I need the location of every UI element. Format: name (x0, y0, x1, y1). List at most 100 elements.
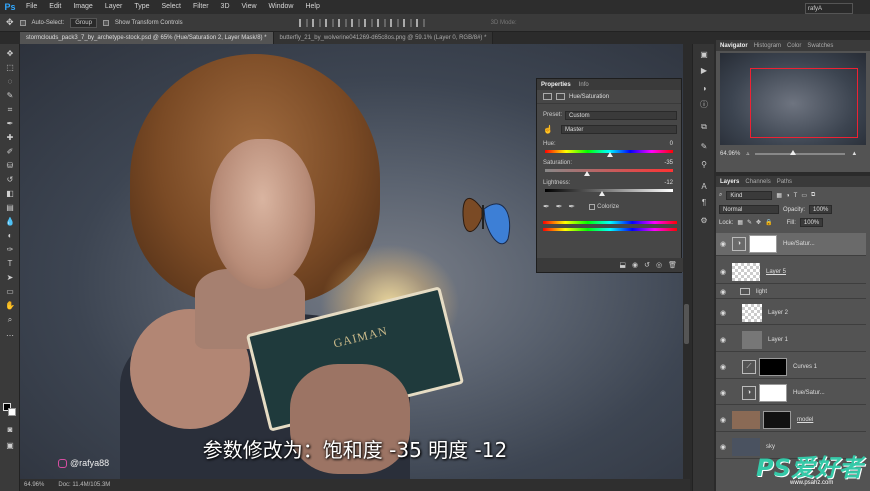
layer-mask-thumbnail[interactable] (759, 384, 787, 402)
filter-smart-object-icon[interactable]: ⧉ (811, 192, 815, 199)
visibility-eye-icon[interactable]: ◉ (718, 240, 728, 248)
eyedropper-tool-icon[interactable]: ✒ (4, 118, 16, 129)
saturation-slider[interactable] (545, 169, 673, 172)
saturation-value[interactable]: -35 (664, 160, 673, 166)
lightness-value[interactable]: -12 (664, 180, 673, 186)
align-icon[interactable] (298, 18, 308, 27)
screen-mode-icon[interactable]: ▣ (4, 440, 16, 451)
lock-transparent-icon[interactable]: ▦ (737, 219, 743, 226)
filter-type-icon[interactable]: T (794, 193, 798, 199)
layer-row[interactable]: ◉ ◑ Hue/Satur... (716, 233, 866, 256)
lightness-slider-knob[interactable] (599, 191, 605, 196)
canvas-vertical-scrollbar[interactable] (683, 44, 690, 479)
menu-view[interactable]: View (236, 0, 263, 14)
menu-filter[interactable]: Filter (187, 0, 215, 14)
layer-name[interactable]: Hue/Satur... (783, 241, 815, 247)
scrollbar-thumb[interactable] (684, 304, 689, 344)
visibility-eye-icon[interactable]: ◉ (718, 336, 728, 344)
target-adjust-hand-icon[interactable]: ☝ (543, 125, 553, 134)
quick-select-tool-icon[interactable]: ✎ (4, 90, 16, 101)
tab-swatches[interactable]: Swatches (807, 43, 833, 49)
menu-image[interactable]: Image (67, 0, 98, 14)
blur-tool-icon[interactable]: 💧 (4, 216, 16, 227)
lock-pixels-icon[interactable]: ✎ (747, 219, 752, 226)
menu-window[interactable]: Window (263, 0, 300, 14)
quick-mask-icon[interactable]: ◙ (4, 424, 16, 435)
tab-histogram[interactable]: Histogram (754, 43, 781, 49)
path-select-tool-icon[interactable]: ➤ (4, 272, 16, 283)
menu-type[interactable]: Type (128, 0, 155, 14)
lock-all-icon[interactable]: 🔒 (765, 219, 772, 226)
eraser-tool-icon[interactable]: ◧ (4, 188, 16, 199)
distribute-icon[interactable] (389, 18, 399, 27)
zoom-tool-icon[interactable]: ⌕ (4, 314, 16, 325)
distribute-icon[interactable] (415, 18, 425, 27)
align-icon[interactable] (337, 18, 347, 27)
visibility-eye-icon[interactable]: ◉ (718, 268, 728, 276)
info-icon[interactable]: ⓘ (699, 100, 709, 110)
tab-paths[interactable]: Paths (777, 179, 792, 185)
tab-navigator[interactable]: Navigator (720, 43, 748, 49)
distribute-icon[interactable] (402, 18, 412, 27)
preset-dropdown[interactable]: Custom (565, 111, 677, 120)
colorize-option[interactable]: Colorize (589, 203, 619, 210)
more-tools-icon[interactable]: ⋯ (4, 330, 16, 341)
hand-tool-icon[interactable]: ✋ (4, 300, 16, 311)
filter-shape-icon[interactable]: ▭ (801, 192, 807, 199)
clip-to-layer-icon[interactable]: ⬓ (619, 261, 626, 269)
tab-channels[interactable]: Channels (745, 179, 770, 185)
align-icon[interactable] (311, 18, 321, 27)
pen-tool-icon[interactable]: ✑ (4, 244, 16, 255)
lasso-tool-icon[interactable]: ◌ (4, 76, 16, 87)
navigator-zoom-slider[interactable] (755, 149, 846, 155)
hue-value[interactable]: 0 (670, 141, 673, 147)
tab-color[interactable]: Color (787, 43, 801, 49)
layer-name[interactable]: Layer 1 (768, 337, 788, 343)
layer-mask-thumbnail[interactable] (759, 358, 787, 376)
tab-info[interactable]: Info (579, 82, 589, 88)
align-icon[interactable] (350, 18, 360, 27)
tab-layers[interactable]: Layers (720, 179, 739, 185)
eyedropper-plus-icon[interactable]: ✒ (556, 202, 563, 211)
layer-row[interactable]: ◉ Layer 5 (716, 261, 866, 284)
crop-tool-icon[interactable]: ⌗ (4, 104, 16, 115)
clone-stamp-tool-icon[interactable]: ⛁ (4, 160, 16, 171)
lightness-slider[interactable] (545, 189, 673, 192)
healing-brush-tool-icon[interactable]: ✚ (4, 132, 16, 143)
eyedropper-minus-icon[interactable]: ✒ (568, 202, 575, 211)
zoom-out-icon[interactable]: ▵ (746, 150, 749, 157)
filter-pixel-icon[interactable]: ▦ (776, 192, 782, 199)
layer-row[interactable]: ◉ ⟋ Curves 1 (716, 356, 866, 379)
blend-mode-dropdown[interactable]: Normal (719, 205, 779, 214)
saturation-slider-knob[interactable] (584, 171, 590, 176)
hue-slider-knob[interactable] (607, 152, 613, 157)
adjustments-icon[interactable]: ◑ (699, 84, 709, 94)
tab-properties[interactable]: Properties (541, 82, 571, 88)
layer-mask-thumbnail[interactable] (749, 235, 777, 253)
doc-tab-butterfly[interactable]: butterfly_21_by_wolverine041269-d65c8os.… (273, 32, 494, 44)
reset-icon[interactable]: ↺ (644, 261, 650, 269)
opacity-field[interactable]: 100% (809, 205, 833, 214)
background-color-swatch[interactable] (8, 408, 16, 416)
type-tool-icon[interactable]: T (4, 258, 16, 269)
brush-tool-icon[interactable]: ✐ (4, 146, 16, 157)
paths-icon[interactable]: ⚲ (699, 160, 709, 170)
visibility-icon[interactable]: ◎ (656, 261, 662, 269)
menu-edit[interactable]: Edit (43, 0, 67, 14)
actions-icon[interactable]: ▶ (699, 66, 709, 76)
menu-3d[interactable]: 3D (215, 0, 236, 14)
transform-controls-checkbox[interactable] (102, 19, 109, 26)
status-zoom[interactable]: 64.96% (24, 482, 44, 488)
gradient-tool-icon[interactable]: ▤ (4, 202, 16, 213)
visibility-eye-icon[interactable]: ◉ (718, 389, 728, 397)
layer-name[interactable]: Layer 5 (766, 269, 786, 275)
navigator-thumbnail[interactable] (720, 53, 866, 145)
layer-row[interactable]: ◉ light (716, 285, 866, 299)
visibility-eye-icon[interactable]: ◉ (718, 288, 728, 296)
channels-icon[interactable]: ⧉ (699, 122, 709, 132)
layer-name[interactable]: Hue/Satur... (793, 390, 825, 396)
marquee-tool-icon[interactable]: ⬚ (4, 62, 16, 73)
dodge-tool-icon[interactable]: ◐ (4, 230, 16, 241)
view-previous-icon[interactable]: ◉ (632, 261, 638, 269)
menu-help[interactable]: Help (299, 0, 325, 14)
